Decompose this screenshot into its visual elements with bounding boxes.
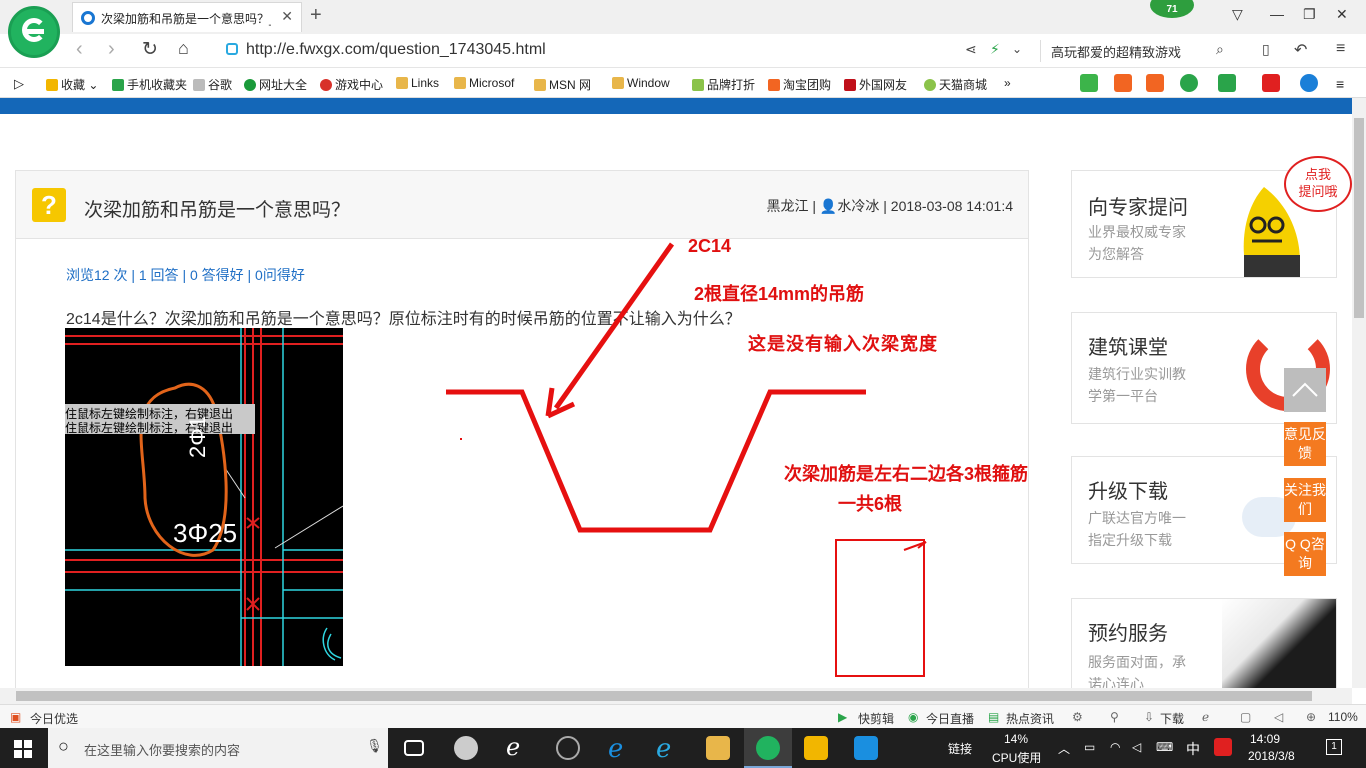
cortana-icon: ○	[58, 736, 69, 756]
spiral-app-icon[interactable]	[556, 736, 580, 760]
internet-explorer-icon[interactable]: ℯ	[656, 735, 680, 761]
plus-app-icon[interactable]	[854, 736, 878, 760]
annotation-no-width: 这是没有输入次梁宽度	[748, 334, 938, 354]
browser-taskbar-icon	[756, 736, 780, 760]
card-line-2: 指定升级下载	[1088, 532, 1172, 548]
pin-icon[interactable]: ⚲	[1110, 710, 1119, 724]
taskbar-search-placeholder: 在这里输入你要搜索的内容	[84, 743, 241, 758]
edge-icon[interactable]: ℯ	[506, 736, 530, 760]
card-line-1: 广联达官方唯一	[1088, 510, 1186, 526]
cpu-label: CPU使用	[992, 751, 1042, 765]
edge-blue-icon[interactable]: ℯ	[608, 735, 632, 761]
zoom-level[interactable]: 110%	[1328, 710, 1358, 724]
battery-icon[interactable]: ▭	[1084, 740, 1095, 754]
ie-mode-icon[interactable]: ℯ	[1202, 710, 1209, 724]
card-title: 向专家提问	[1088, 197, 1188, 219]
volume-icon[interactable]: ◁	[1132, 740, 1141, 754]
card-title: 建筑课堂	[1088, 337, 1168, 359]
zoom-icon: ⊕	[1306, 710, 1317, 724]
notification-center-icon[interactable]: 1	[1326, 739, 1342, 755]
clock-date[interactable]: 2018/3/8	[1248, 749, 1295, 763]
card-line-1: 建筑行业实训教	[1088, 366, 1186, 382]
annotation-total-six: 一共6根	[838, 494, 903, 514]
horizontal-scrollbar[interactable]	[0, 688, 1352, 704]
follow-us-button[interactable]: 关注我们	[1284, 478, 1326, 522]
status-download[interactable]: 下载	[1160, 710, 1184, 727]
clock-time[interactable]: 14:09	[1250, 732, 1280, 746]
tray-links[interactable]: 链接	[948, 740, 972, 757]
status-news[interactable]: 热点资讯	[1006, 710, 1054, 727]
card-line-2: 学第一平台	[1088, 388, 1158, 404]
card-line-2: 为您解答	[1088, 246, 1144, 262]
annotation-hanging-bar: 2根直径14mm的吊筋	[694, 284, 865, 304]
windows-start-icon[interactable]	[14, 740, 32, 758]
news-icon: ▤	[988, 710, 1000, 724]
file-explorer-icon[interactable]	[706, 736, 730, 760]
annotation-2c14: 2C14	[688, 236, 732, 256]
ask-bubble[interactable]: 点我 提问哦	[1284, 156, 1352, 212]
status-quick-clip[interactable]: 快剪辑	[858, 710, 894, 727]
browser-logo[interactable]	[8, 6, 60, 58]
gift-icon: ▣	[10, 710, 22, 724]
status-live[interactable]: 今日直播	[926, 710, 974, 727]
microphone-icon[interactable]: 🎙	[366, 738, 383, 754]
card-title: 升级下载	[1088, 481, 1168, 503]
handshake-image	[1222, 599, 1336, 689]
card-line-1: 服务面对面，承	[1088, 654, 1186, 670]
ime-indicator[interactable]: 中	[1186, 739, 1200, 759]
qq-consult-button[interactable]: Q Q咨询	[1284, 532, 1326, 576]
clip-icon: ▶	[838, 710, 848, 724]
notepad-app-icon[interactable]	[804, 736, 828, 760]
tray-up-icon[interactable]: ︿	[1058, 740, 1070, 757]
card-line-1: 业界最权威专家	[1088, 224, 1186, 240]
active-app-highlight[interactable]	[744, 728, 792, 768]
pinwheel-app-icon[interactable]	[454, 736, 478, 760]
mute-icon[interactable]: ◁	[1274, 710, 1283, 724]
wifi-icon[interactable]: ◠	[1110, 740, 1120, 754]
taskbar: ○ 在这里输入你要搜索的内容 🎙 ℯ ℯ ℯ 链接 14% CPU使用 ︿ ▭ …	[0, 728, 1366, 768]
annotation-stirrups: 次梁加筋是左右二边各3根箍筋	[784, 464, 1029, 484]
window-icon[interactable]: ▢	[1240, 710, 1251, 724]
taskbar-search-input[interactable]: ○ 在这里输入你要搜索的内容 🎙	[48, 728, 388, 768]
card-appointment[interactable]: 预约服务 服务面对面，承 诺心连心	[1071, 598, 1337, 692]
task-view-icon[interactable]	[404, 740, 424, 756]
gear-icon[interactable]: ⚙	[1072, 710, 1083, 724]
card-title: 预约服务	[1088, 623, 1168, 645]
vertical-scrollbar[interactable]	[1352, 98, 1366, 688]
back-to-top-button[interactable]	[1284, 368, 1326, 412]
sogou-icon[interactable]	[1214, 738, 1232, 756]
today-picks[interactable]: 今日优选	[30, 710, 78, 727]
download-icon: ⇩	[1144, 710, 1155, 724]
keyboard-icon[interactable]: ⌨	[1156, 740, 1173, 754]
live-icon: ◉	[908, 710, 919, 724]
feedback-button[interactable]: 意见反馈	[1284, 422, 1326, 466]
cpu-value: 14%	[1004, 732, 1029, 746]
status-bar: ▣ 今日优选 ▶ 快剪辑 ◉ 今日直播 ▤ 热点资讯 ⚙ ⚲ ⇩ 下载 ℯ ▢ …	[0, 704, 1366, 728]
